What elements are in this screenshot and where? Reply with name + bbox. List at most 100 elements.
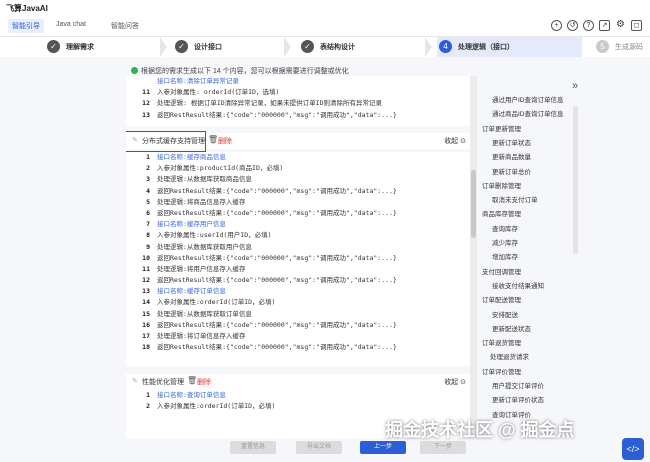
scrollbar-thumb[interactable] [471,170,476,238]
outline-group[interactable]: 订单评价管理 [482,366,521,376]
code-text[interactable]: 入参对象属性:userId(用户ID，必填) [157,230,272,241]
history-icon[interactable]: ↺ [567,20,578,31]
code-text[interactable]: 处理逻辑:从数据库获取用户信息 [157,242,252,253]
code-text[interactable]: 处理逻辑:将订单信息存入缓存 [157,331,245,342]
delete-link[interactable]: 删除 [218,136,232,146]
pen-icon[interactable]: ✎ [132,377,138,385]
outline-item[interactable]: 通过商品ID查询订单信息 [492,108,564,118]
code-text[interactable]: 返回RestResult结果:{"code":"000000","msg":"调… [157,208,397,219]
interface-name[interactable]: 接口名称:清除订单异常记录 [157,76,239,87]
code-text[interactable]: 处理逻辑:从数据库获取订单信息 [157,309,252,320]
code-text[interactable]: 入参对象属性:productId(商品ID，必填) [157,163,283,174]
export-doc-button[interactable]: 导出文档 [296,441,342,454]
code-line[interactable]: 12 处理逻辑: 根据订单ID清除异常记录，如果未提供订单ID则清除所有异常记录 [126,98,470,109]
code-line[interactable]: 15 处理逻辑:从数据库获取订单信息 [126,309,470,320]
settings-icon[interactable]: ⚙ [615,20,626,31]
fold-toggle[interactable]: 收起 ⊙ [444,136,466,146]
interface-name[interactable]: 接口名称:缓存用户信息 [157,219,226,230]
trash-icon[interactable]: 🗑 [208,135,218,144]
outline-group[interactable]: 订单删除管理 [482,180,521,190]
outline-group[interactable]: 支付回调管理 [482,266,521,276]
interface-name[interactable]: 接口名称:缓存商品信息 [157,152,226,163]
delete-link[interactable]: 删除 [197,377,211,387]
code-text[interactable]: 处理逻辑:将用户信息存入缓存 [157,264,245,275]
code-text[interactable]: 入参对象属性: orderId(订单ID，选填) [157,87,279,98]
code-line[interactable]: 1 接口名称:缓存商品信息 [126,152,470,163]
help-icon[interactable]: ? [583,20,594,31]
prev-step-button[interactable]: 上一步 [360,441,406,454]
code-block-1[interactable]: 1 接口名称:缓存商品信息 2 入参对象属性:productId(商品ID，必填) 3 处… [126,152,470,366]
outline-item[interactable]: 取消未支付订单 [492,194,538,204]
outline-group[interactable]: 订单退货管理 [482,337,521,347]
outline-group[interactable]: 订单配送管理 [482,294,521,304]
outline-item[interactable]: 更新订单总价 [492,166,531,176]
code-text[interactable]: 返回RestResult结果:{"code":"000000","msg":"调… [157,320,397,331]
code-line[interactable]: 18 返回RestResult结果:{"code":"000000","msg":… [126,342,470,353]
step-4[interactable]: 4 处理逻辑（接口） [437,37,582,57]
reset-button[interactable]: 重置信息 [230,441,276,454]
fold-toggle[interactable]: 收起 ⊙ [444,377,466,387]
code-text[interactable]: 处理逻辑:从数据库获取商品信息 [157,174,252,185]
code-text[interactable]: 返回RestResult结果:{"code":"000000","msg":"调… [157,342,397,353]
code-text[interactable]: 返回RestResult结果:{"code":"000000","msg":"调… [157,186,397,197]
code-text[interactable]: 入参对象属性:orderId(订单ID，必填) [157,401,275,412]
code-line[interactable]: 1 接口名称:查询订单信息 [126,390,470,401]
code-line[interactable]: 7 接口名称:缓存用户信息 [126,219,470,230]
code-line[interactable]: 2 入参对象属性:orderId(订单ID，必填) [126,401,470,412]
trash-icon[interactable]: 🗑 [187,376,197,385]
code-line[interactable]: 5 处理逻辑:将商品信息存入缓存 [126,197,470,208]
outline-item[interactable]: 减少库存 [492,237,518,247]
assistant-icon[interactable]: </> [622,438,644,460]
tab-smart-qa[interactable]: 智能问答 [111,21,139,31]
code-line[interactable]: 2 入参对象属性:productId(商品ID，必填) [126,163,470,174]
interface-name[interactable]: 接口名称:缓存订单信息 [157,286,226,297]
outline-item[interactable]: 更新配送状态 [492,323,531,333]
code-text[interactable]: 返回RestResult结果:{"code":"000000","msg":"调… [157,253,397,264]
restore-icon[interactable]: ◻ [631,20,642,31]
line-number: 18 [142,343,150,352]
editor-scrollbar[interactable] [470,76,477,438]
outline-item[interactable]: 增加库存 [492,251,518,261]
code-text[interactable]: 处理逻辑:将商品信息存入缓存 [157,197,245,208]
code-line[interactable]: 11 处理逻辑:将用户信息存入缓存 [126,264,470,275]
code-text[interactable]: 处理逻辑: 根据订单ID清除异常记录，如果未提供订单ID则清除所有异常记录 [157,98,382,109]
code-line[interactable]: 10 返回RestResult结果:{"code":"000000","msg":… [126,253,470,264]
code-line[interactable]: 6 返回RestResult结果:{"code":"000000","msg":"… [126,208,470,219]
logic-editor[interactable]: 接口名称:清除订单异常记录 11 入参对象属性: orderId(订单ID，选填) 1… [126,76,470,438]
outline-item[interactable]: 用户提交订单评价 [492,380,544,390]
outline-group[interactable]: 订单更新管理 [482,123,521,133]
interface-name[interactable]: 接口名称:查询订单信息 [157,390,226,401]
code-line[interactable]: 接口名称:清除订单异常记录 [126,76,470,87]
plus-circle-icon[interactable]: + [551,20,562,31]
code-text[interactable]: 入参对象属性:orderId(订单ID，必填) [157,297,275,308]
outline-item[interactable]: 安排配送 [492,309,518,319]
tab-smart-guide[interactable]: 智能引导 [8,19,44,33]
code-line[interactable]: 9 处理逻辑:从数据库获取用户信息 [126,242,470,253]
code-block-0[interactable]: 接口名称:清除订单异常记录 11 入参对象属性: orderId(订单ID，选填) 1… [126,76,470,126]
code-line[interactable]: 12 返回RestResult结果:{"code":"000000","msg":… [126,275,470,286]
outline-group[interactable]: 商品库存管理 [482,208,521,218]
outline-item[interactable]: 查询库存 [492,223,518,233]
tab-java-chat[interactable]: Java chat [56,21,86,28]
next-step-button[interactable]: 下一步 [420,441,466,454]
outline-scrollbar[interactable] [573,106,578,254]
code-line[interactable]: 14 入参对象属性:orderId(订单ID，必填) [126,297,470,308]
code-line[interactable]: 11 入参对象属性: orderId(订单ID，选填) [126,87,470,98]
outline-item[interactable]: 接收支付结果通知 [492,280,544,290]
export-icon[interactable]: ↗ [599,20,610,31]
code-text[interactable]: 返回RestResult结果:{"code":"000000","msg":"调… [157,110,397,121]
code-line[interactable]: 3 处理逻辑:从数据库获取商品信息 [126,174,470,185]
outline-item[interactable]: 处理退货请求 [490,351,529,361]
code-line[interactable]: 13 接口名称:缓存订单信息 [126,286,470,297]
code-line[interactable]: 16 返回RestResult结果:{"code":"000000","msg":… [126,320,470,331]
outline-item[interactable]: 更新订单评价状态 [492,394,544,404]
outline-item[interactable]: 通过用户ID查询订单信息 [492,94,564,104]
outline-item[interactable]: 更新订单状态 [492,137,531,147]
code-line[interactable]: 13 返回RestResult结果:{"code":"000000","msg":… [126,110,470,121]
code-line[interactable]: 8 入参对象属性:userId(用户ID，必填) [126,230,470,241]
code-line[interactable]: 17 处理逻辑:将订单信息存入缓存 [126,331,470,342]
outline-item[interactable]: 更新商品数量 [492,151,531,161]
code-line[interactable]: 4 返回RestResult结果:{"code":"000000","msg":"… [126,186,470,197]
code-text[interactable]: 返回RestResult结果:{"code":"000000","msg":"调… [157,275,397,286]
section-title[interactable]: 性能优化管理 [142,377,184,387]
